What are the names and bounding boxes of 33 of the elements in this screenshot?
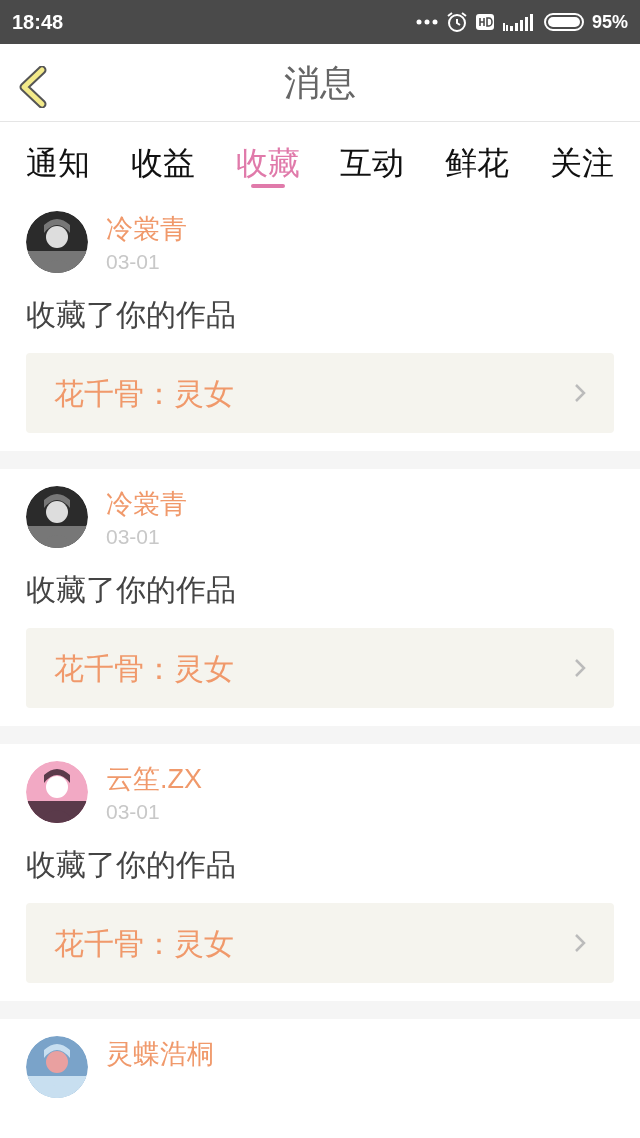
tab[interactable]: 关注 bbox=[550, 122, 614, 194]
user-name[interactable]: 灵蝶浩桐 bbox=[106, 1036, 214, 1072]
work-link[interactable]: 花千骨：灵女 bbox=[26, 628, 614, 708]
back-button[interactable] bbox=[18, 66, 48, 108]
work-link[interactable]: 花千骨：灵女 bbox=[26, 353, 614, 433]
work-title: 花千骨：灵女 bbox=[54, 375, 235, 412]
more-icon bbox=[415, 19, 438, 25]
user-name[interactable]: 冷裳青 bbox=[106, 486, 187, 522]
tab[interactable]: 互动 bbox=[340, 122, 405, 194]
hd-icon bbox=[475, 14, 494, 30]
work-link[interactable]: 花千骨：灵女 bbox=[26, 903, 614, 983]
tab[interactable]: 收益 bbox=[130, 122, 195, 194]
back-chevron-icon bbox=[18, 66, 48, 108]
work-title: 花千骨：灵女 bbox=[54, 925, 235, 962]
tab[interactable]: 收藏 bbox=[235, 122, 300, 194]
status-time: 18:48 bbox=[12, 10, 64, 35]
tab-underline bbox=[250, 184, 285, 188]
tab[interactable]: 鲜花 bbox=[445, 122, 510, 194]
chevron-right-icon bbox=[574, 658, 586, 678]
work-title: 花千骨：灵女 bbox=[54, 650, 235, 687]
page-title: 消息 bbox=[284, 60, 356, 105]
message-text: 收藏了你的作品 bbox=[26, 847, 237, 883]
battery-percent: 95% bbox=[591, 10, 628, 34]
alarm-clock-icon bbox=[445, 11, 468, 33]
chevron-right-icon bbox=[574, 933, 586, 953]
chevron-right-icon bbox=[574, 383, 586, 403]
message-text: 收藏了你的作品 bbox=[26, 297, 237, 333]
message-text: 收藏了你的作品 bbox=[26, 572, 237, 608]
user-name[interactable]: 云笙.ZX bbox=[106, 761, 202, 797]
battery-icon bbox=[543, 12, 584, 32]
user-name[interactable]: 冷裳青 bbox=[106, 211, 187, 247]
signal-icon bbox=[501, 12, 536, 32]
tab[interactable]: 通知 bbox=[26, 122, 90, 194]
